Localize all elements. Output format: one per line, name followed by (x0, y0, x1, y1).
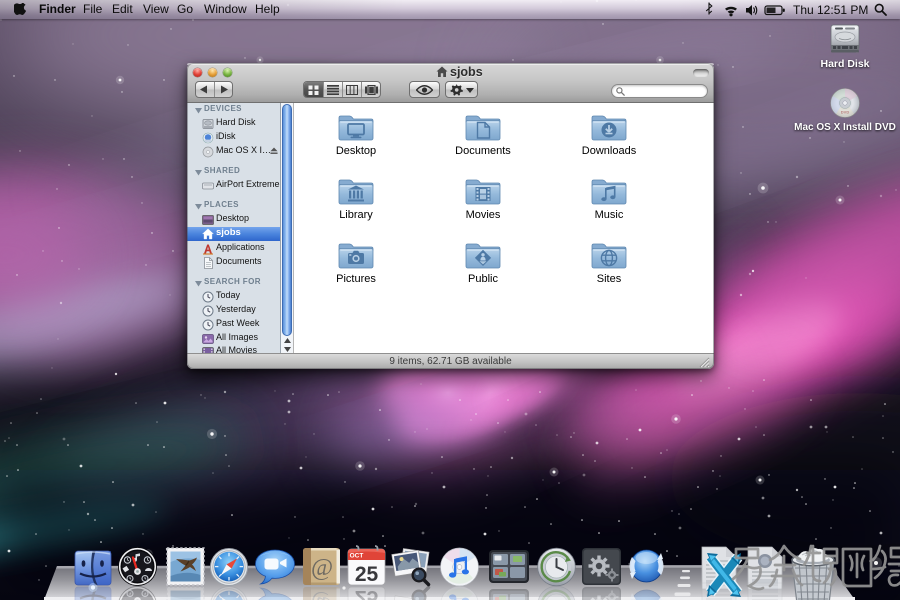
svg-text:@: @ (311, 555, 333, 581)
svg-text:DVD: DVD (841, 110, 850, 115)
svg-text:OCT: OCT (350, 553, 364, 560)
svg-text:25: 25 (355, 563, 379, 586)
